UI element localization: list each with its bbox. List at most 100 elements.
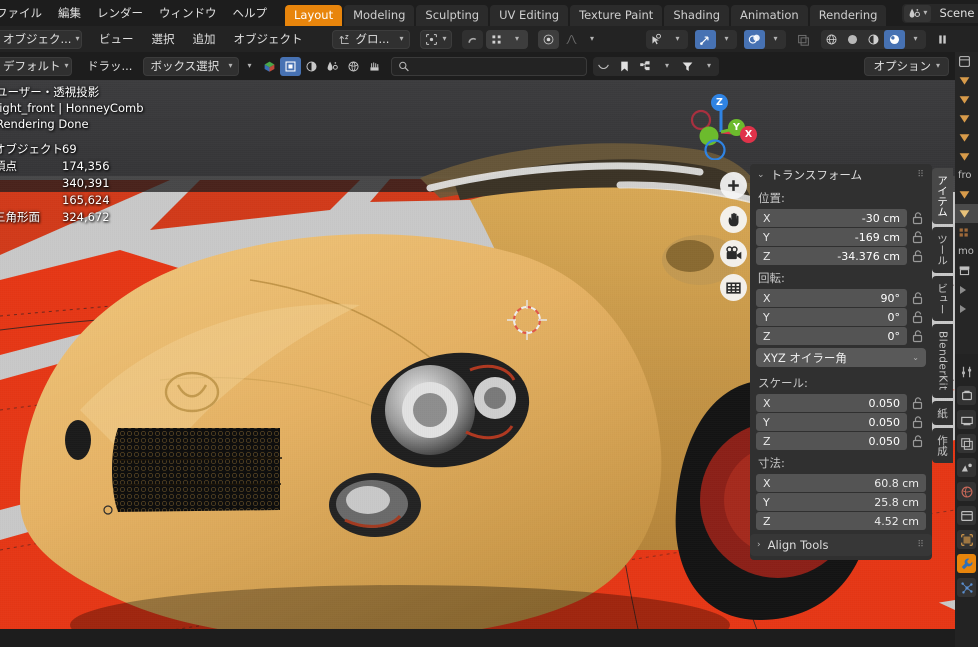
location-x-field[interactable]: X -30 cm	[756, 209, 907, 227]
menu-object[interactable]: オブジェクト	[225, 31, 312, 47]
prop-tab-viewlayer[interactable]	[957, 434, 976, 453]
scale-x-row[interactable]: X 0.050	[750, 394, 932, 412]
menu-file[interactable]: ファイル	[0, 2, 50, 24]
tab-modeling[interactable]: Modeling	[344, 5, 415, 26]
snap-dropdown[interactable]: ▾	[507, 30, 528, 49]
rotation-z-row[interactable]: Z 0°	[750, 327, 932, 345]
scale-z-row[interactable]: Z 0.050	[750, 432, 932, 450]
menu-add[interactable]: 追加	[184, 31, 225, 47]
scale-x-field[interactable]: X 0.050	[756, 394, 907, 412]
align-tools-panel[interactable]: › Align Tools ⠿	[750, 534, 932, 556]
tab-shading[interactable]: Shading	[664, 5, 730, 26]
rotation-y-row[interactable]: Y 0°	[750, 308, 932, 326]
prop-tab-object[interactable]	[957, 530, 976, 549]
list-item[interactable]	[955, 280, 978, 299]
tab-layout[interactable]: Layout	[285, 5, 343, 26]
world-mode-button[interactable]	[343, 57, 364, 76]
falloff-selector[interactable]	[561, 30, 582, 49]
falloff-dropdown[interactable]: ▾	[582, 30, 603, 49]
overlays-toggle[interactable]	[744, 29, 765, 49]
curve-filter-button[interactable]	[593, 57, 614, 76]
lock-rotation-x[interactable]	[910, 291, 926, 305]
lock-scale-z[interactable]	[910, 434, 926, 448]
location-x-row[interactable]: X -30 cm	[750, 209, 932, 227]
list-item[interactable]	[955, 299, 978, 318]
prop-tab-particles[interactable]	[957, 578, 976, 597]
camera-view-button[interactable]	[720, 240, 747, 267]
scene-name[interactable]: Scene	[931, 6, 978, 20]
filter-dropdown[interactable]: ▾	[698, 57, 719, 76]
list-item[interactable]	[955, 109, 978, 128]
snap-to-selector[interactable]	[486, 30, 507, 49]
list-item[interactable]	[955, 71, 978, 90]
rotation-mode-dropdown[interactable]: XYZ オイラー角 ⌄	[756, 348, 926, 367]
lock-location-y[interactable]	[910, 230, 926, 244]
visibility-dropdown[interactable]: ▾	[667, 30, 688, 49]
sidebar-tab-paper[interactable]: 紙	[932, 400, 953, 426]
list-item[interactable]: fro	[955, 166, 978, 185]
chevron-down-icon[interactable]: ▾	[247, 62, 251, 70]
hierarchy-button[interactable]	[635, 57, 656, 76]
prop-tab-scene[interactable]	[957, 458, 976, 477]
overlays-dropdown[interactable]: ▾	[765, 30, 786, 49]
xray-toggle[interactable]	[793, 30, 814, 49]
list-item[interactable]	[955, 261, 978, 280]
filter-button[interactable]	[677, 57, 698, 76]
rotation-x-field[interactable]: X 90°	[756, 289, 907, 307]
list-item-selected[interactable]	[955, 204, 978, 223]
scale-y-field[interactable]: Y 0.050	[756, 413, 907, 431]
sidebar-tab-view[interactable]: ビュー	[932, 275, 953, 321]
gizmo-dropdown[interactable]: ▾	[716, 30, 737, 49]
transform-orientation-selector[interactable]: グロ... ▾	[331, 29, 411, 49]
scene-mode-button[interactable]	[322, 57, 343, 76]
tab-rendering[interactable]: Rendering	[809, 5, 887, 26]
lock-location-z[interactable]	[910, 249, 926, 263]
sidebar-tab-blenderkit[interactable]: BlenderKit	[932, 324, 953, 398]
tab-sculpting[interactable]: Sculpting	[416, 5, 489, 26]
options-button[interactable]: オプション ▾	[864, 56, 949, 76]
menu-edit[interactable]: 編集	[50, 2, 89, 24]
list-item[interactable]	[955, 185, 978, 204]
proportional-edit-toggle[interactable]	[538, 30, 559, 49]
prop-tab-tool[interactable]	[957, 362, 976, 381]
zoom-button[interactable]	[720, 172, 747, 199]
list-item[interactable]	[955, 90, 978, 109]
lock-rotation-z[interactable]	[910, 329, 926, 343]
brush-mode-button[interactable]	[364, 57, 385, 76]
visibility-toggle[interactable]	[646, 30, 667, 49]
hierarchy-dropdown[interactable]: ▾	[656, 57, 677, 76]
list-item[interactable]	[955, 223, 978, 242]
dimension-y-field[interactable]: Y 25.8 cm	[756, 493, 926, 511]
gizmo-axis-x[interactable]: X	[740, 126, 757, 143]
menu-render[interactable]: レンダー	[89, 2, 151, 24]
tab-texture-paint[interactable]: Texture Paint	[570, 5, 663, 26]
list-item[interactable]	[955, 147, 978, 166]
prop-tab-modifier[interactable]	[957, 554, 976, 573]
menu-help[interactable]: ヘルプ	[225, 2, 276, 24]
tab-animation[interactable]: Animation	[731, 5, 808, 26]
dimension-x-field[interactable]: X 60.8 cm	[756, 474, 926, 492]
mode-selector[interactable]: オブジェク... ▾	[0, 29, 82, 49]
lock-location-x[interactable]	[910, 211, 926, 225]
menu-window[interactable]: ウィンドウ	[151, 2, 225, 24]
location-z-row[interactable]: Z -34.376 cm	[750, 247, 932, 265]
object-mode-button[interactable]	[259, 57, 280, 76]
pan-button[interactable]	[720, 206, 747, 233]
search-input[interactable]	[414, 59, 581, 73]
rotation-x-row[interactable]: X 90°	[750, 289, 932, 307]
prop-tab-render[interactable]	[957, 386, 976, 405]
select-mode-selector[interactable]: ボックス選択 ▾	[143, 56, 240, 76]
scene-browse-button[interactable]: ▾	[904, 4, 932, 22]
outliner-editor[interactable]: fro mo	[955, 52, 978, 354]
gizmo-axis-z[interactable]: Z	[711, 94, 728, 111]
navigation-gizmo[interactable]: Z Y X	[685, 88, 757, 161]
transform-panel-header[interactable]: ⌄ トランスフォーム ⠿	[750, 164, 932, 186]
lock-scale-x[interactable]	[910, 396, 926, 410]
shading-wireframe[interactable]	[821, 30, 842, 49]
lock-scale-y[interactable]	[910, 415, 926, 429]
pause-render-button[interactable]	[933, 30, 951, 49]
list-item[interactable]	[955, 128, 978, 147]
prop-tab-collection[interactable]	[957, 506, 976, 525]
tool-preset-selector[interactable]: デフォルト ▾	[0, 56, 72, 76]
shading-rendered[interactable]	[884, 29, 905, 49]
